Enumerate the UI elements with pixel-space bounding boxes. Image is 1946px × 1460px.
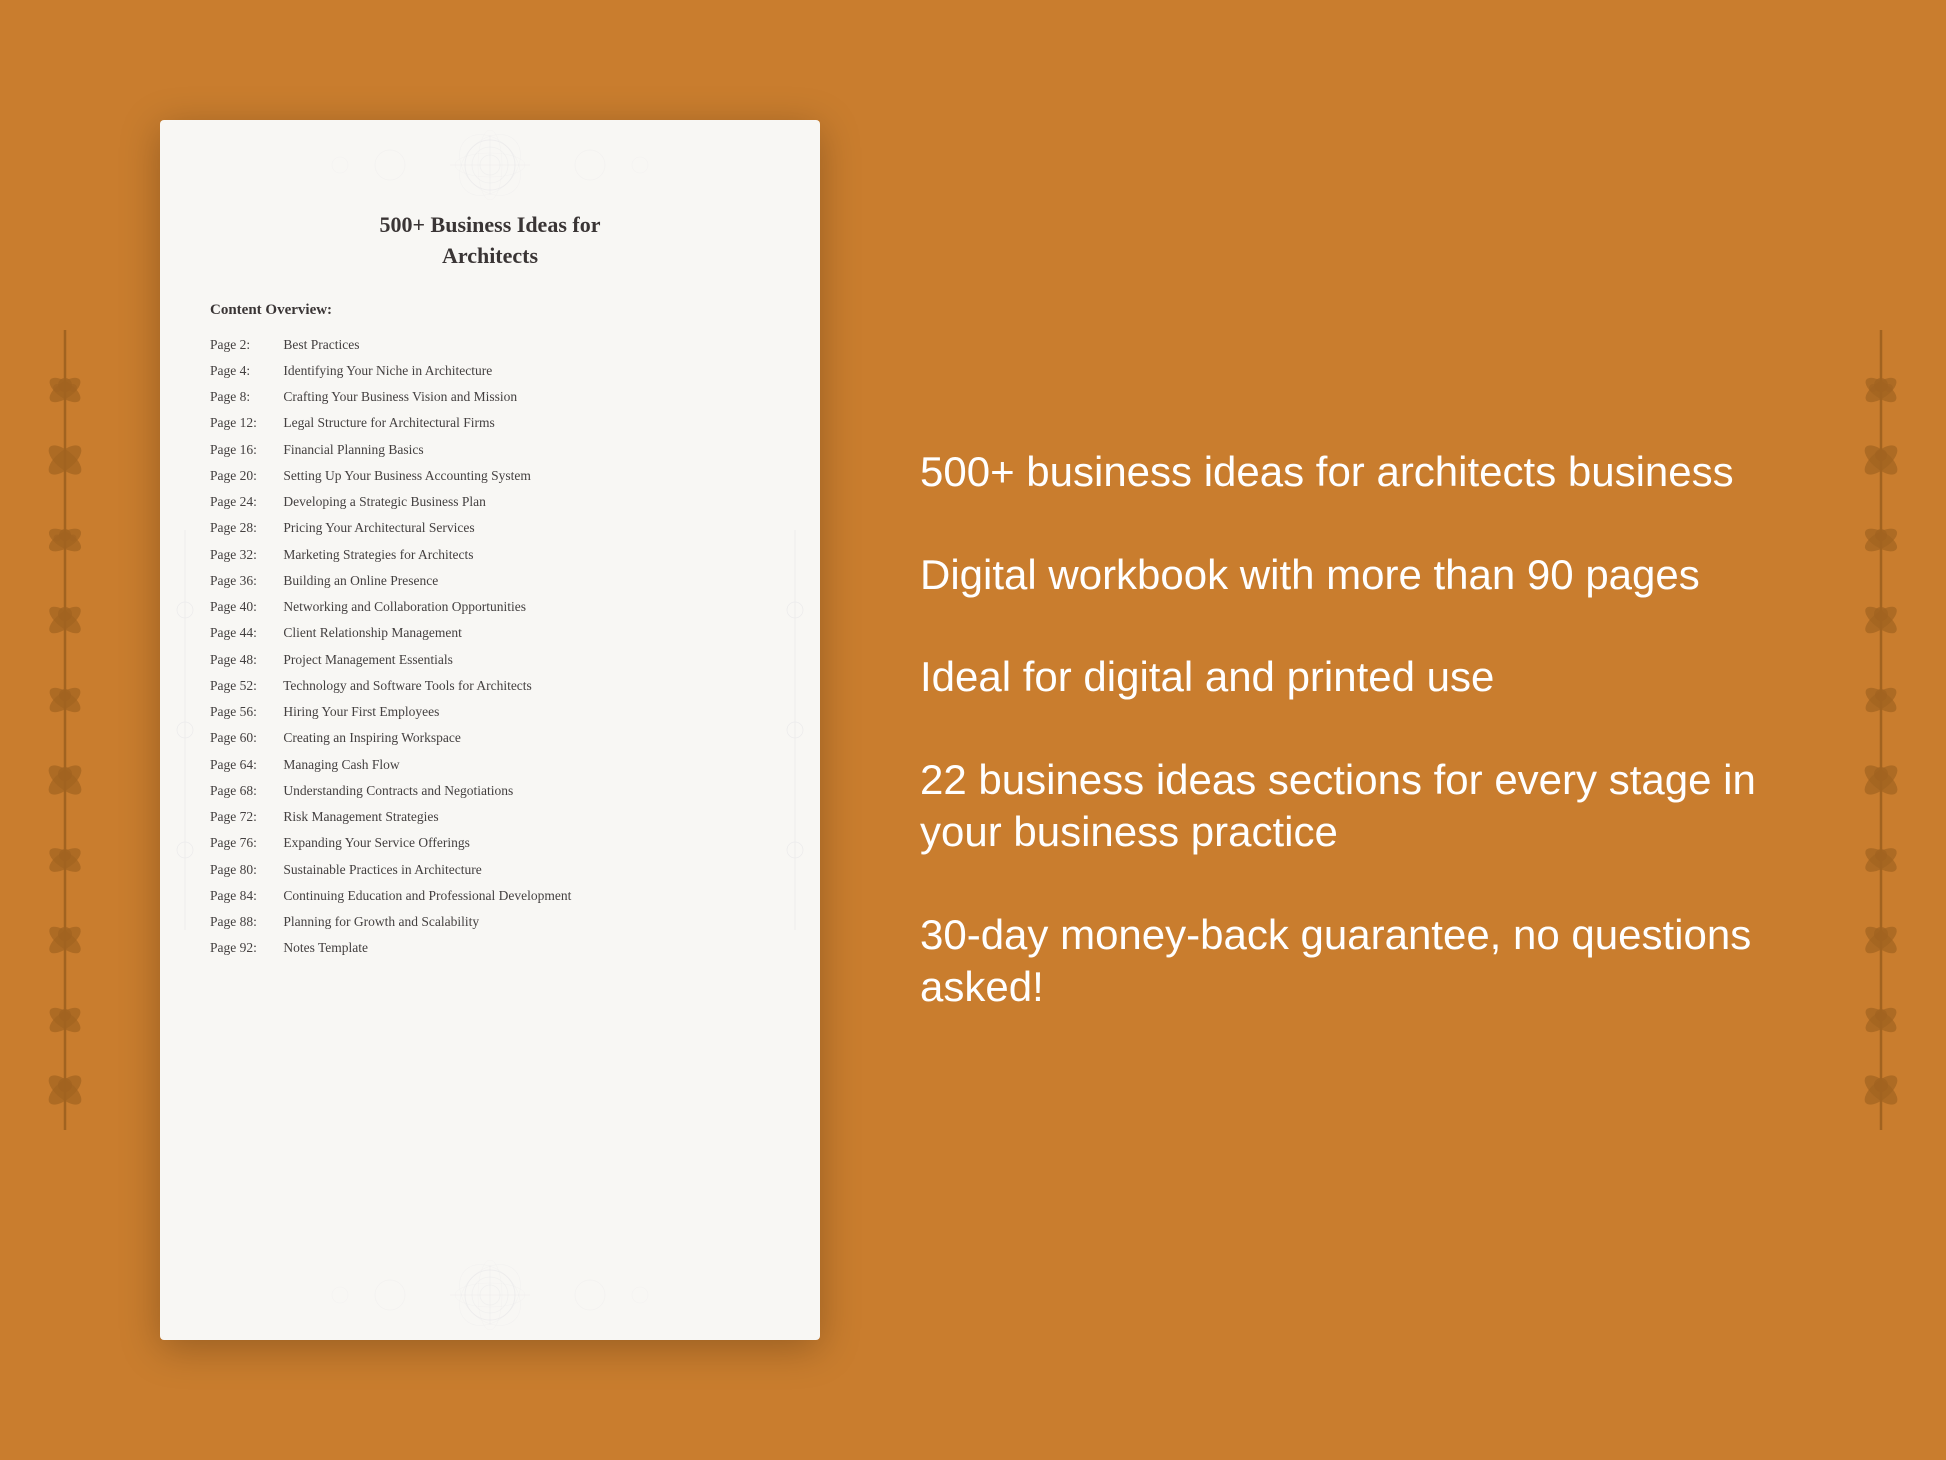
toc-item: Page 84: Continuing Education and Profes… [210, 886, 770, 906]
toc-item: Page 60: Creating an Inspiring Workspace [210, 728, 770, 748]
toc-item: Page 72: Risk Management Strategies [210, 807, 770, 827]
toc-item: Page 40: Networking and Collaboration Op… [210, 597, 770, 617]
feature-text-3: 22 business ideas sections for every sta… [920, 754, 1786, 859]
toc-item: Page 12: Legal Structure for Architectur… [210, 413, 770, 433]
toc-item: Page 2: Best Practices [210, 335, 770, 355]
toc-item: Page 32: Marketing Strategies for Archit… [210, 545, 770, 565]
doc-side-decoration-left [160, 200, 210, 1260]
doc-header-decoration [160, 120, 820, 200]
toc-item: Page 36: Building an Online Presence [210, 571, 770, 591]
toc-item: Page 80: Sustainable Practices in Archit… [210, 860, 770, 880]
document-title: 500+ Business Ideas for Architects [210, 210, 770, 272]
toc-item: Page 4: Identifying Your Niche in Archit… [210, 361, 770, 381]
doc-side-decoration-right [770, 200, 820, 1260]
toc-item: Page 52: Technology and Software Tools f… [210, 676, 770, 696]
toc-item: Page 48: Project Management Essentials [210, 650, 770, 670]
toc-item: Page 88: Planning for Growth and Scalabi… [210, 912, 770, 932]
feature-text-4: 30-day money-back guarantee, no question… [920, 909, 1786, 1014]
toc-section-header: Content Overview: [210, 302, 770, 319]
right-panel: 500+ business ideas for architects busin… [900, 446, 1786, 1014]
feature-text-1: Digital workbook with more than 90 pages [920, 549, 1786, 602]
toc-item: Page 44: Client Relationship Management [210, 623, 770, 643]
toc-item: Page 20: Setting Up Your Business Accoun… [210, 466, 770, 486]
doc-footer-decoration [160, 1260, 820, 1340]
toc-item: Page 64: Managing Cash Flow [210, 755, 770, 775]
toc-list: Page 2: Best Practices Page 4: Identifyin… [210, 335, 770, 959]
toc-item: Page 68: Understanding Contracts and Neg… [210, 781, 770, 801]
feature-text-0: 500+ business ideas for architects busin… [920, 446, 1786, 499]
toc-item: Page 28: Pricing Your Architectural Serv… [210, 518, 770, 538]
toc-item: Page 8: Crafting Your Business Vision an… [210, 387, 770, 407]
toc-item: Page 76: Expanding Your Service Offering… [210, 833, 770, 853]
toc-item: Page 24: Developing a Strategic Business… [210, 492, 770, 512]
document-panel: 500+ Business Ideas for Architects Conte… [160, 120, 820, 1340]
content-wrapper: 500+ Business Ideas for Architects Conte… [0, 0, 1946, 1460]
feature-text-2: Ideal for digital and printed use [920, 651, 1786, 704]
toc-item: Page 92: Notes Template [210, 938, 770, 958]
toc-item: Page 56: Hiring Your First Employees [210, 702, 770, 722]
toc-item: Page 16: Financial Planning Basics [210, 440, 770, 460]
